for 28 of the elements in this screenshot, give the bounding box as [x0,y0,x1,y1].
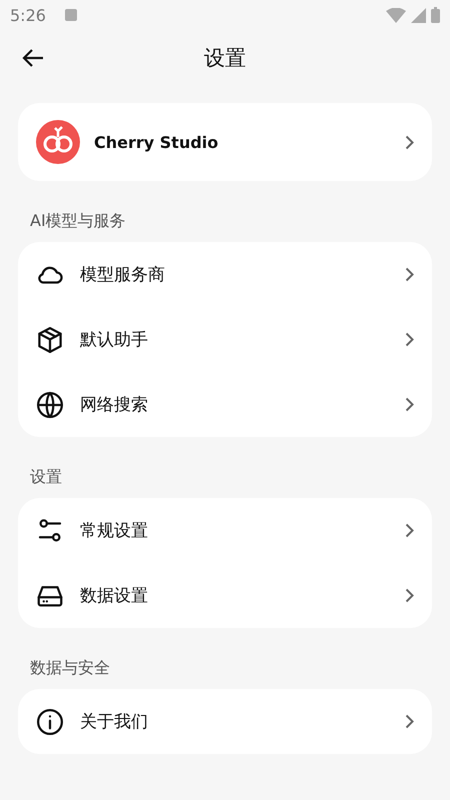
chevron-right-icon [405,332,414,347]
chevron-right-icon [405,523,414,538]
section-heading: AI模型与服务 [29,210,127,232]
wifi-icon [386,8,406,22]
settings-item[interactable]: 模型服务商 [18,242,432,307]
app-name: Cherry Studio [94,132,220,152]
notification-icon [64,9,77,21]
chevron-right-icon [405,588,414,603]
battery-icon [431,7,440,23]
settings-item[interactable]: 默认助手 [18,307,432,372]
section-heading: 设置 [29,466,63,488]
chevron-right-icon [405,267,414,282]
settings-item[interactable]: 常规设置 [18,498,432,563]
chevron-right-icon [405,134,414,150]
profile-item[interactable]: Cherry Studio [18,103,432,181]
section-heading: 数据与安全 [29,657,111,679]
chevron-right-icon [405,397,414,412]
status-time: 5:26 [10,6,46,24]
chevron-right-icon [405,714,414,729]
cherry-logo-icon [36,120,80,164]
page-title: 设置 [204,45,246,72]
signal-icon [411,8,426,22]
globe-icon [35,390,65,420]
back-arrow-icon[interactable] [22,49,44,67]
info-icon [35,706,65,736]
settings-item[interactable]: 关于我们 [18,689,432,754]
settings-item[interactable]: 网络搜索 [18,372,432,437]
settings-item[interactable]: 数据设置 [18,563,432,628]
